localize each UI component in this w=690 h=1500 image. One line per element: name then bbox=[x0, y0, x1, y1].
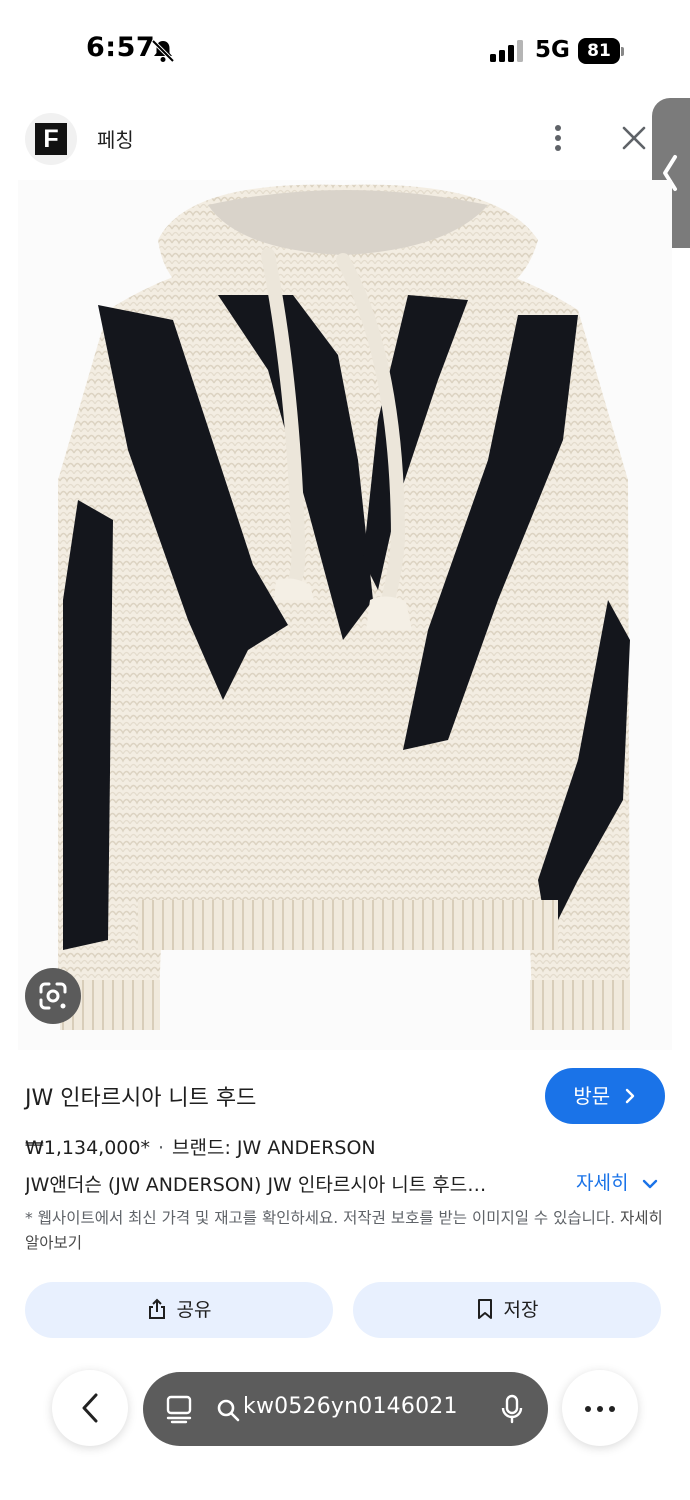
status-bar: 6:57 5G 81 bbox=[0, 0, 690, 100]
lens-button[interactable] bbox=[25, 968, 81, 1024]
status-time: 6:57 bbox=[86, 32, 156, 63]
detail-toggle[interactable]: 자세히 bbox=[576, 1168, 659, 1195]
bookmark-icon bbox=[477, 1299, 492, 1319]
source-name[interactable]: 페칭 bbox=[97, 124, 134, 153]
product-image[interactable] bbox=[18, 180, 672, 1050]
close-icon[interactable] bbox=[620, 124, 648, 152]
bell-off-icon bbox=[151, 39, 175, 63]
product-description: JW앤더슨 (JW ANDERSON) JW 인타르시아 니트 후드… bbox=[25, 1174, 487, 1196]
detail-toggle-label: 자세히 bbox=[576, 1172, 629, 1194]
copyright-notice: * 웹사이트에서 최신 가격 및 재고를 확인하세요. 저작권 보호를 받는 이… bbox=[25, 1206, 665, 1256]
lens-icon bbox=[39, 982, 67, 1010]
mic-icon[interactable] bbox=[500, 1394, 524, 1424]
source-header: F 페칭 bbox=[0, 100, 690, 180]
battery-indicator: 81 bbox=[578, 38, 624, 64]
url-bar[interactable]: kw0526yn0146021 bbox=[143, 1372, 548, 1446]
source-logo-letter: F bbox=[35, 123, 67, 155]
product-meta: ₩1,134,000* · 브랜드: JW ANDERSON bbox=[25, 1133, 376, 1160]
save-button[interactable]: 저장 bbox=[353, 1282, 661, 1338]
source-logo[interactable]: F bbox=[25, 113, 77, 165]
chevron-down-icon bbox=[642, 1179, 657, 1189]
more-horiz-icon[interactable] bbox=[562, 1370, 638, 1446]
back-icon bbox=[82, 1393, 98, 1423]
share-icon bbox=[148, 1298, 165, 1319]
share-button[interactable]: 공유 bbox=[25, 1282, 333, 1338]
battery-level: 81 bbox=[578, 38, 620, 64]
search-icon bbox=[217, 1399, 240, 1422]
product-brand: 브랜드: JW ANDERSON bbox=[172, 1137, 376, 1159]
notice-text: * 웹사이트에서 최신 가격 및 재고를 확인하세요. 저작권 보호를 받는 이… bbox=[25, 1209, 616, 1227]
more-vert-icon[interactable] bbox=[545, 122, 571, 156]
signal-icon bbox=[490, 40, 523, 62]
product-title: JW 인타르시아 니트 후드 bbox=[25, 1086, 257, 1111]
network-label: 5G bbox=[535, 37, 570, 63]
visit-button[interactable]: 방문 bbox=[545, 1068, 665, 1124]
product-price: ₩1,134,000* bbox=[25, 1137, 150, 1159]
share-label: 공유 bbox=[176, 1299, 212, 1321]
battery-nub bbox=[621, 47, 624, 56]
tabs-icon[interactable] bbox=[165, 1394, 193, 1424]
visit-label: 방문 bbox=[573, 1084, 611, 1108]
back-button[interactable] bbox=[52, 1370, 128, 1446]
save-label: 저장 bbox=[503, 1299, 539, 1321]
chevron-right-icon bbox=[625, 1088, 634, 1104]
url-text[interactable]: kw0526yn0146021 bbox=[243, 1394, 458, 1419]
separator-dot: · bbox=[157, 1137, 165, 1159]
